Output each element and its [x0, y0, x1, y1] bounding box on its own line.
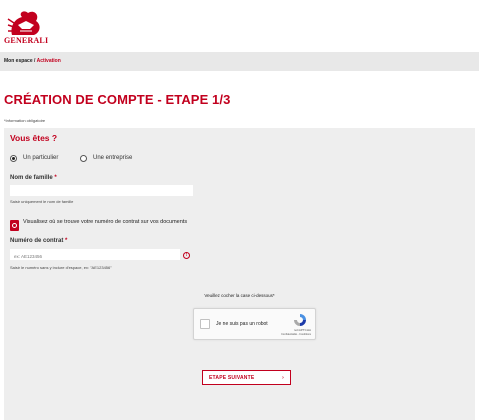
- required-mark: *: [65, 238, 68, 244]
- help-link-text[interactable]: Visualisez où se trouve votre numéro de …: [23, 219, 213, 225]
- recaptcha-checkbox[interactable]: [200, 319, 210, 329]
- recaptcha-widget: Je ne suis pas un robot reCAPTCHA Confid…: [193, 308, 316, 340]
- document-search-icon: [10, 220, 19, 231]
- page-title: CRÉATION DE COMPTE - ETAPE 1/3: [4, 92, 231, 107]
- next-step-button[interactable]: ETAPE SUIVANTE ›: [202, 370, 291, 385]
- nom-helper: Saisir uniquement le nom de famille: [10, 199, 74, 204]
- next-step-label: ETAPE SUIVANTE: [209, 374, 255, 381]
- breadcrumb-home[interactable]: Mon espace: [4, 58, 33, 64]
- nom-label: Nom de famille *: [10, 175, 57, 181]
- breadcrumb-current: Activation: [36, 58, 61, 64]
- breadcrumb-bar: [0, 52, 479, 71]
- nom-label-text: Nom de famille: [10, 175, 53, 181]
- chevron-right-icon: ›: [282, 374, 284, 381]
- recaptcha-links[interactable]: Confidentialité - Conditions: [281, 333, 311, 336]
- recaptcha-label: Je ne suis pas un robot: [216, 321, 268, 327]
- radio-entreprise[interactable]: Une entreprise: [80, 153, 132, 163]
- radio-particulier[interactable]: Un particulier: [10, 153, 58, 163]
- contrat-input[interactable]: [10, 249, 180, 260]
- radio-particulier-label: Un particulier: [23, 155, 59, 161]
- required-mark: *: [54, 175, 57, 181]
- header: GENERALI: [0, 0, 479, 50]
- contrat-label-text: Numéro de contrat: [10, 238, 64, 244]
- radio-button-selected[interactable]: [10, 154, 17, 162]
- section-title: Vous êtes ?: [10, 133, 58, 143]
- contrat-label: Numéro de contrat *: [10, 238, 67, 244]
- breadcrumb: Mon espace / Activation: [4, 58, 61, 64]
- recaptcha-brand: reCAPTCHA: [293, 328, 311, 332]
- captcha-prompt: Veuillez cocher la case ci-dessous*: [204, 293, 275, 298]
- contrat-helper: Saisir le numéro sans y inclure d'espace…: [10, 265, 112, 270]
- brand-name: GENERALI: [4, 36, 49, 45]
- recaptcha-icon: [294, 314, 306, 326]
- radio-button[interactable]: [80, 154, 87, 162]
- required-note: *Information obligatoire: [4, 118, 46, 123]
- radio-entreprise-label: Une entreprise: [93, 155, 133, 161]
- nom-input[interactable]: [10, 185, 193, 196]
- contract-help-link[interactable]: Visualisez où se trouve votre numéro de …: [10, 219, 213, 231]
- warning-icon: !: [183, 252, 190, 259]
